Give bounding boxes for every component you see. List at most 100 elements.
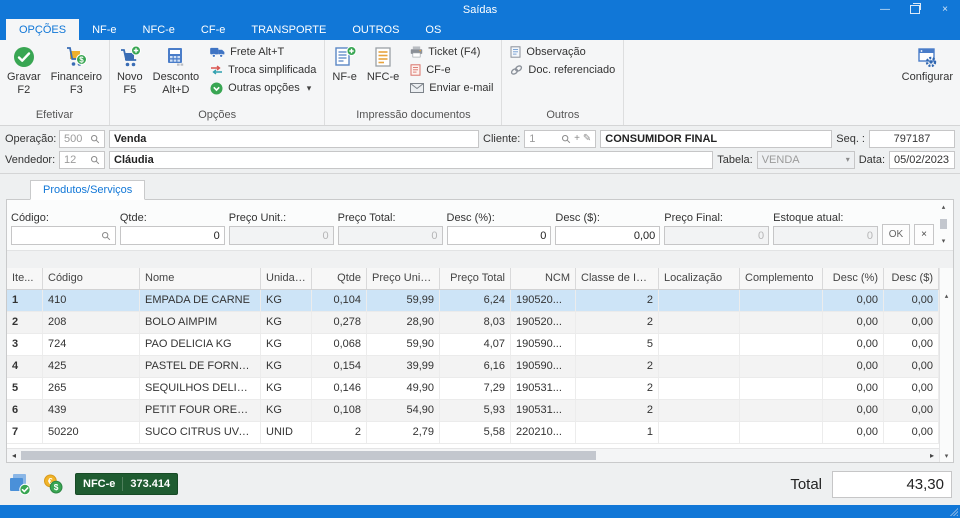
nfce-print-button[interactable]: NFC-e [362, 43, 404, 86]
scroll-thumb[interactable] [940, 219, 947, 229]
entry-input-5[interactable]: 0,00 [555, 226, 660, 245]
column-header-8[interactable]: Classe de Imp... [576, 268, 659, 289]
ribbon-tab-transporte[interactable]: TRANSPORTE [238, 19, 339, 40]
desconto-button[interactable]: Desconto Alt+D [148, 43, 204, 99]
scroll-up-icon[interactable]: ▴ [945, 292, 949, 300]
restore-button[interactable] [900, 0, 930, 19]
table-row[interactable]: 6439PETIT FOUR OREGANOKG0,10854,905,9319… [7, 400, 939, 422]
search-icon[interactable] [101, 231, 111, 241]
column-header-1[interactable]: Código [43, 268, 140, 289]
ribbon-tab-op-es[interactable]: OPÇÕES [6, 19, 79, 40]
entry-scrollbar[interactable]: ▴ ▾ [938, 203, 949, 245]
table-cell: PASTEL DE FORNO CARNE [140, 356, 261, 377]
table-row[interactable]: 750220SUCO CITRUS UVA INDAIA 330MLUNID22… [7, 422, 939, 444]
cliente-code-field[interactable]: 1 + ✎ [524, 130, 596, 148]
ribbon-tab-os[interactable]: OS [412, 19, 454, 40]
ribbon-tab-cf-e[interactable]: CF-e [188, 19, 238, 40]
table-row[interactable]: 4425PASTEL DE FORNO CARNEKG0,15439,996,1… [7, 356, 939, 378]
restore-icon [910, 5, 920, 14]
doc-referenciado-button[interactable]: Doc. referenciado [510, 63, 615, 77]
column-header-6[interactable]: Preço Total [440, 268, 511, 289]
close-button[interactable]: × [930, 0, 960, 19]
table-cell: 190520... [511, 290, 576, 311]
table-row[interactable]: 3724PAO DELICIA KGKG0,06859,904,07190590… [7, 334, 939, 356]
gravar-button[interactable]: Gravar F2 [2, 43, 46, 99]
financeiro-button[interactable]: $ Financeiro F3 [46, 43, 107, 99]
items-grid: Ite...CódigoNomeUnidadeQtdePreço Unitá..… [7, 268, 953, 462]
scroll-left-icon[interactable]: ◂ [9, 451, 19, 460]
column-header-4[interactable]: Qtde [312, 268, 367, 289]
h-scroll-thumb[interactable] [21, 451, 596, 460]
table-cell: EMPADA DE CARNE [140, 290, 261, 311]
outras-opcoes-button[interactable]: Outras opções ▾ [210, 81, 316, 95]
clear-button[interactable]: × [914, 224, 934, 245]
ok-button[interactable]: OK [882, 224, 910, 245]
enviar-email-button[interactable]: Enviar e-mail [410, 81, 493, 95]
tab-produtos-servicos[interactable]: Produtos/Serviços [30, 180, 145, 200]
search-icon[interactable] [561, 134, 571, 144]
column-header-2[interactable]: Nome [140, 268, 261, 289]
operacao-name-field[interactable]: Venda [109, 130, 479, 148]
table-cell [659, 312, 740, 333]
tabela-select[interactable]: VENDA ▾ [757, 151, 855, 169]
column-header-5[interactable]: Preço Unitá... [367, 268, 440, 289]
troca-simplificada-button[interactable]: Troca simplificada [210, 63, 316, 77]
entry-input-1[interactable]: 0 [120, 226, 225, 245]
configurar-button[interactable]: Configurar [897, 43, 958, 86]
novo-button[interactable]: Novo F5 [112, 43, 148, 99]
column-header-3[interactable]: Unidade [261, 268, 312, 289]
entry-input-4[interactable]: 0 [447, 226, 552, 245]
coins-icon[interactable]: €$ [42, 473, 65, 496]
scroll-right-icon[interactable]: ▸ [927, 451, 937, 460]
column-header-0[interactable]: Ite... [7, 268, 43, 289]
group-label-opcoes: Opções [112, 108, 322, 125]
ribbon-group-impressao: NF-e NFC-e Ticket (F4) CF-e [325, 40, 502, 125]
edit-cliente-icon[interactable]: ✎ [583, 133, 591, 144]
table-cell: 0,068 [312, 334, 367, 355]
search-icon[interactable] [90, 134, 100, 144]
ticket-button[interactable]: Ticket (F4) [410, 45, 493, 59]
table-cell: 0,154 [312, 356, 367, 377]
cliente-name-field[interactable]: CONSUMIDOR FINAL [600, 130, 832, 148]
table-cell: 0,00 [884, 312, 939, 333]
entry-input-0[interactable] [11, 226, 116, 245]
search-icon[interactable] [90, 155, 100, 165]
table-row[interactable]: 2208BOLO AIMPIMKG0,27828,908,03190520...… [7, 312, 939, 334]
operacao-code-field[interactable]: 500 [59, 130, 105, 148]
vertical-scrollbar[interactable]: ▴ ▾ [939, 268, 953, 462]
column-header-12[interactable]: Desc ($) [884, 268, 939, 289]
cfe-button[interactable]: CF-e [410, 63, 493, 77]
scroll-down-icon[interactable]: ▾ [942, 237, 946, 245]
entry-field-6: Preço Final:0 [664, 212, 769, 245]
column-header-11[interactable]: Desc (%) [823, 268, 884, 289]
documents-check-icon[interactable] [8, 472, 32, 496]
ribbon-tab-outros[interactable]: OUTROS [339, 19, 412, 40]
vendedor-name-field[interactable]: Cláudia [109, 151, 713, 169]
minimize-button[interactable]: — [870, 0, 900, 19]
column-header-10[interactable]: Complemento [740, 268, 823, 289]
table-row[interactable]: 5265SEQUILHOS DELICIAKG0,14649,907,29190… [7, 378, 939, 400]
cart-dollar-icon: $ [64, 45, 88, 69]
ribbon-tab-nfc-e[interactable]: NFC-e [130, 19, 188, 40]
table-cell: 265 [43, 378, 140, 399]
table-cell: 0,00 [823, 378, 884, 399]
ribbon-tab-nf-e[interactable]: NF-e [79, 19, 129, 40]
observacao-button[interactable]: Observação [510, 45, 615, 59]
resize-grip-icon[interactable] [949, 507, 958, 516]
column-header-7[interactable]: NCM [511, 268, 576, 289]
add-cliente-icon[interactable]: + [574, 133, 580, 144]
vendedor-code-field[interactable]: 12 [59, 151, 105, 169]
scroll-up-icon[interactable]: ▴ [942, 203, 946, 211]
data-field[interactable]: 05/02/2023 [889, 151, 955, 169]
frete-button[interactable]: Frete Alt+T [210, 45, 316, 59]
table-cell [659, 356, 740, 377]
table-cell: 0,00 [823, 356, 884, 377]
table-cell: 0,278 [312, 312, 367, 333]
table-row[interactable]: 1410EMPADA DE CARNEKG0,10459,996,2419052… [7, 290, 939, 312]
column-header-9[interactable]: Localização [659, 268, 740, 289]
seq-field[interactable]: 797187 [869, 130, 955, 148]
scroll-down-icon[interactable]: ▾ [945, 452, 949, 460]
nfe-print-button[interactable]: NF-e [327, 43, 361, 86]
horizontal-scrollbar[interactable]: ◂ ▸ [7, 448, 939, 462]
table-cell [740, 400, 823, 421]
